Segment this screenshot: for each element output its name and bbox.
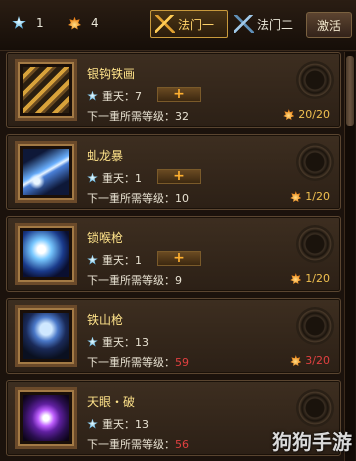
next-level-requirement: 下一重所需等级：10 (87, 192, 189, 205)
skill-level: 重天：7 (87, 88, 142, 104)
upgrade-plus-button[interactable]: + (157, 251, 201, 266)
skill-icon-frame[interactable] (15, 223, 77, 285)
skill-card[interactable]: 锁喉枪 重天：1 + 下一重所需等级：9 1/20 (6, 216, 341, 292)
skill-icon-frame[interactable] (15, 305, 77, 367)
skill-icon-frame[interactable] (15, 59, 77, 121)
upgrade-plus-button[interactable]: + (157, 169, 201, 184)
activate-button[interactable]: 激活 (306, 12, 352, 38)
flame-icon (290, 191, 302, 202)
flame-cost: 1/20 (290, 190, 330, 203)
flame-count: 4 (91, 16, 99, 30)
skill-icon-frame[interactable] (15, 141, 77, 203)
star-currency: 1 (12, 16, 44, 30)
skill-icon-frame[interactable] (15, 387, 77, 449)
upgrade-plus-button[interactable]: + (157, 87, 201, 102)
golden-blades-icon (23, 67, 69, 113)
skill-card[interactable]: 铁山枪 重天：13 下一重所需等级：59 3/20 (6, 298, 341, 374)
star-count: 1 (36, 16, 44, 30)
flame-cost: 1/20 (290, 272, 330, 285)
flame-icon (290, 273, 302, 284)
next-level-requirement: 下一重所需等级：32 (87, 110, 189, 123)
skill-slot-button[interactable] (298, 145, 332, 179)
star-icon (87, 90, 98, 101)
spear-tip-icon (23, 231, 69, 277)
skill-slot-button[interactable] (298, 391, 332, 425)
next-level-requirement: 下一重所需等级：56 (87, 438, 189, 451)
top-bar: 1 4 法门一 法门二 激活 (0, 0, 356, 51)
skill-name: 锁喉枪 (87, 231, 124, 245)
skill-level: 重天：13 (87, 334, 149, 350)
skill-slot-button[interactable] (298, 227, 332, 261)
star-icon (12, 16, 26, 29)
skill-card[interactable]: 虬龙暴 重天：1 + 下一重所需等级：10 1/20 (6, 134, 341, 210)
skill-slot-button[interactable] (298, 309, 332, 343)
skill-name: 天眼・破 (87, 395, 136, 409)
warrior-silhouette-icon (23, 313, 69, 359)
eye-orb-icon (23, 395, 69, 441)
crossed-swords-icon (155, 15, 175, 33)
skill-name: 银钩铁画 (87, 67, 136, 81)
scrollbar-thumb[interactable] (346, 56, 354, 126)
next-level-requirement: 下一重所需等级：59 (87, 356, 189, 369)
scrollbar[interactable] (344, 52, 355, 461)
flame-icon (283, 109, 295, 120)
star-icon (87, 254, 98, 265)
tab-method-2[interactable]: 法门二 (230, 10, 300, 38)
watermark: 狗狗手游 (272, 430, 352, 454)
flame-icon (68, 16, 81, 30)
skill-slot-button[interactable] (298, 63, 332, 97)
skill-name: 虬龙暴 (87, 149, 124, 163)
skill-level: 重天：13 (87, 416, 149, 432)
flame-cost: 3/20 (290, 354, 330, 367)
tab-method-1[interactable]: 法门一 (150, 10, 228, 38)
star-icon (87, 418, 98, 429)
skill-list: 银钩铁画 重天：7 + 下一重所需等级：32 20/20 虬龙暴 重天：1 + … (6, 52, 341, 461)
flame-currency: 4 (68, 16, 99, 30)
star-icon (87, 172, 98, 183)
skill-name: 铁山枪 (87, 313, 124, 327)
skill-level: 重天：1 (87, 252, 142, 268)
crossed-swords-icon (234, 15, 254, 33)
skill-card[interactable]: 银钩铁画 重天：7 + 下一重所需等级：32 20/20 (6, 52, 341, 128)
flame-cost: 20/20 (283, 108, 330, 121)
tab-label: 法门二 (257, 17, 294, 32)
tab-label: 法门一 (178, 17, 215, 32)
flame-icon (290, 355, 302, 366)
lightning-spear-icon (23, 149, 69, 195)
skill-level: 重天：1 (87, 170, 142, 186)
star-icon (87, 336, 98, 347)
next-level-requirement: 下一重所需等级：9 (87, 274, 182, 287)
